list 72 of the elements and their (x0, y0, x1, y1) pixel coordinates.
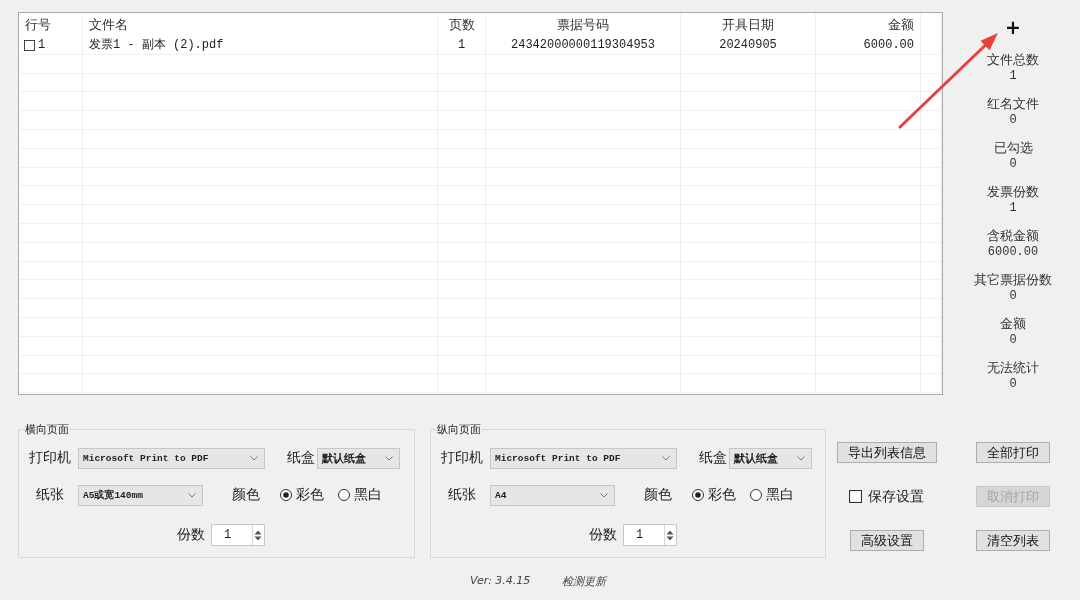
action-button[interactable]: 清空列表 (976, 530, 1050, 551)
action-button[interactable]: 导出列表信息 (836, 442, 937, 463)
stat-label: 文件总数 (987, 51, 1039, 68)
stat-label: 已勾选 (993, 139, 1033, 156)
tray-select[interactable]: 默认纸盒 (729, 447, 812, 469)
stat-label: 含税金额 (987, 227, 1039, 244)
color-radio[interactable]: 彩色 (280, 486, 324, 504)
color-radio[interactable]: 彩色 (692, 486, 736, 504)
chevron-down-icon (385, 455, 393, 461)
table-cell-text: 1 (456, 37, 467, 54)
update-link[interactable]: 检测更新 (562, 574, 607, 589)
chevron-down-icon (662, 455, 670, 461)
field-label: 份数 (177, 526, 205, 544)
group-title: 纵向页面 (437, 422, 481, 437)
stat-value: 0 (1009, 332, 1017, 348)
printer-select[interactable]: Microsoft Print to PDF (78, 447, 265, 469)
checkbox-icon[interactable] (24, 39, 35, 51)
up-arrow-icon[interactable] (666, 529, 674, 535)
down-arrow-icon[interactable] (666, 535, 674, 541)
up-arrow-icon[interactable] (254, 529, 262, 535)
printer-select[interactable]: Microsoft Print to PDF (490, 447, 677, 469)
save-settings-checkbox[interactable]: 保存设置 (849, 487, 924, 506)
field-label: 打印机 (440, 449, 484, 467)
group-title: 横向页面 (25, 422, 69, 437)
stat-label: 红名文件 (987, 95, 1039, 112)
column-header: 开具日期 (681, 14, 816, 36)
stat-label: 金额 (1000, 315, 1026, 332)
checkbox-icon[interactable] (849, 490, 862, 503)
down-arrow-icon[interactable] (254, 535, 262, 541)
action-button[interactable]: 高级设置 (849, 530, 924, 551)
field-label: 颜色 (232, 486, 260, 504)
stat-label: 无法统计 (987, 359, 1039, 376)
column-header: 票据号码 (486, 14, 681, 36)
copies-field[interactable]: 1 (623, 524, 677, 546)
field-label: 纸盒 (287, 449, 315, 467)
column-header: 行号 (19, 14, 83, 36)
field-label: 纸张 (35, 486, 65, 504)
stat-value: 0 (1009, 156, 1017, 172)
column-header: 页数 (438, 14, 486, 36)
field-label: 颜色 (644, 486, 672, 504)
table-cell-text: 发票1 - 副本 (2).pdf (88, 37, 225, 54)
add-button[interactable]: + (1001, 17, 1025, 37)
stat-value: 0 (1009, 376, 1017, 392)
copies-field[interactable]: 1 (211, 524, 265, 546)
version-text: Ver: 3.4.15 (470, 574, 531, 589)
color-radio[interactable]: 黑白 (750, 486, 794, 504)
stat-label: 发票份数 (987, 183, 1039, 200)
table-cell-text: 24342000000119304953 (510, 37, 656, 54)
column-header: 金额 (816, 14, 921, 36)
tray-select[interactable]: 默认纸盒 (317, 447, 400, 469)
chevron-down-icon (188, 492, 196, 498)
stat-value: 0 (1009, 112, 1017, 128)
stat-value: 1 (1009, 200, 1017, 216)
chevron-down-icon (250, 455, 258, 461)
stat-value: 6000.00 (987, 244, 1039, 260)
stat-label: 其它票据份数 (974, 271, 1052, 288)
field-label: 纸盒 (699, 449, 727, 467)
chevron-down-icon (797, 455, 805, 461)
action-button[interactable]: 全部打印 (976, 442, 1050, 463)
column-header: 文件名 (83, 14, 438, 36)
color-radio[interactable]: 黑白 (338, 486, 382, 504)
chevron-down-icon (600, 492, 608, 498)
stat-value: 1 (1009, 68, 1017, 84)
stat-value: 0 (1009, 288, 1017, 304)
paper-select[interactable]: A4 (490, 484, 615, 506)
paper-select[interactable]: A5或宽140mm (78, 484, 203, 506)
field-label: 份数 (589, 526, 617, 544)
field-label: 纸张 (447, 486, 477, 504)
field-label: 打印机 (28, 449, 72, 467)
row-number: 1 (38, 37, 46, 54)
table-cell-text: 20240905 (718, 37, 778, 54)
table-cell-text: 6000.00 (862, 37, 915, 54)
